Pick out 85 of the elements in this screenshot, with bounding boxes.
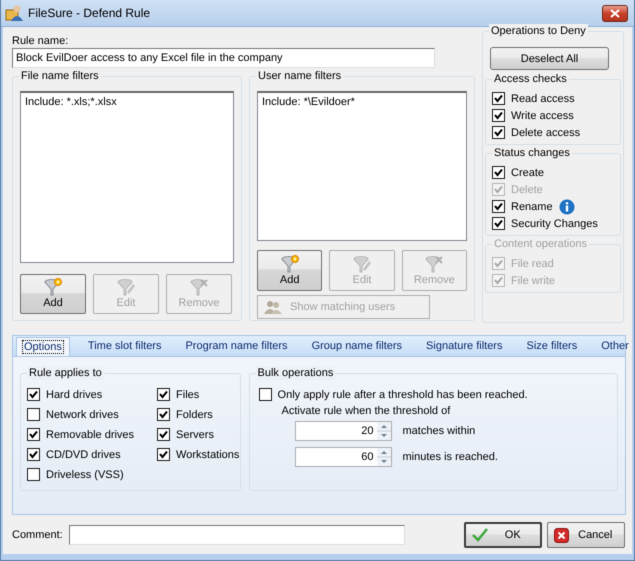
checkbox-label: File write — [511, 274, 556, 286]
checkbox[interactable] — [492, 166, 505, 179]
comment-field[interactable] — [68, 525, 405, 545]
number-spinner[interactable]: 20 — [294, 421, 392, 441]
field-label: Rule name: — [12, 34, 70, 48]
list-item[interactable]: Include: *.xls;*.xlsx — [25, 95, 229, 109]
funnel-star-icon — [43, 278, 63, 296]
checkbox-label: Network drives — [46, 408, 119, 420]
checkbox-label: Create — [511, 166, 544, 178]
checkbox-label: Delete — [511, 184, 543, 196]
checkbox-label: Hard drives — [46, 388, 102, 400]
group-title: Status changes — [492, 146, 572, 160]
funnel-pencil-icon — [352, 255, 372, 273]
tab[interactable]: Program name filters — [179, 336, 294, 356]
checkbox-label: Files — [176, 388, 200, 400]
checkbox-label: CD/DVD drives — [46, 448, 121, 460]
list-item[interactable]: Include: *\Evildoer* — [262, 95, 462, 109]
funnel-cross-icon — [424, 255, 444, 273]
checkbox-label: Workstations — [176, 448, 240, 460]
checkbox-label: Read access — [511, 92, 575, 104]
tab[interactable]: Other — [595, 336, 635, 356]
checkbox-label: Only apply rule after a threshold has been reached. — [278, 388, 528, 400]
checkbox[interactable] — [492, 200, 505, 213]
ok-button[interactable]: OK — [464, 522, 542, 548]
tab[interactable]: Group name filters — [306, 336, 408, 356]
group-title: Bulk operations — [256, 366, 336, 380]
checkbox[interactable] — [492, 109, 505, 122]
spin-arrows-icon — [376, 422, 391, 440]
cross-icon — [554, 528, 569, 542]
check-icon — [159, 450, 168, 459]
checkbox[interactable] — [27, 408, 40, 421]
checkbox[interactable] — [258, 388, 272, 401]
checkbox[interactable] — [492, 217, 505, 230]
user-folder-icon — [5, 4, 23, 22]
spin-arrows-icon — [376, 448, 391, 466]
checkbox-label: Rename — [511, 200, 553, 212]
tab[interactable]: Time slot filters — [82, 336, 168, 356]
checkbox-label: Delete access — [511, 126, 580, 138]
checkbox-label: Security Changes — [511, 218, 598, 230]
group-title: Rule applies to — [27, 366, 104, 380]
threshold-label: Activate rule when the threshold of — [282, 404, 452, 418]
close-icon — [610, 8, 620, 18]
field-label: Comment: — [12, 529, 63, 541]
checkbox-label: Driveless (VSS) — [46, 468, 124, 480]
checkbox-label: Folders — [176, 408, 213, 420]
rule-name-field[interactable]: Block EvilDoer access to any Excel file in the company — [12, 48, 435, 68]
checkbox-label: Removable drives — [46, 428, 134, 440]
tab[interactable]: Size filters — [520, 336, 584, 356]
group-title: Operations to Deny — [489, 24, 588, 38]
checkbox[interactable] — [157, 388, 170, 401]
users-icon — [264, 300, 282, 314]
add-button[interactable]: Add — [20, 274, 86, 314]
window-title: FileSure - Defend Rule — [28, 6, 150, 20]
checkbox[interactable] — [492, 92, 505, 105]
close-button[interactable] — [602, 4, 628, 22]
checkbox-label: Write access — [511, 110, 574, 122]
check-icon — [29, 450, 38, 459]
number-spinner[interactable]: 60 — [294, 447, 392, 467]
checkbox[interactable] — [157, 408, 170, 421]
funnel-cross-icon — [189, 278, 209, 296]
checkbox[interactable] — [27, 448, 40, 461]
check-icon — [159, 430, 168, 439]
check-icon — [29, 390, 38, 399]
check-icon — [159, 390, 168, 399]
funnel-star-icon — [280, 255, 300, 273]
tab[interactable]: Signature filters — [420, 336, 508, 356]
deselect-all-button[interactable]: Deselect All — [490, 47, 609, 70]
spinner-label: matches within — [402, 425, 476, 437]
check-icon — [29, 430, 38, 439]
checkbox[interactable] — [157, 428, 170, 441]
check-icon — [159, 410, 168, 419]
group-title: Content operations — [492, 237, 589, 251]
checkbox[interactable] — [492, 126, 505, 139]
cancel-button[interactable]: Cancel — [546, 522, 625, 548]
add-button[interactable]: Add — [257, 250, 322, 291]
tab[interactable]: Options — [16, 337, 70, 356]
checkbox-label: File read — [511, 258, 554, 270]
checkbox[interactable] — [27, 468, 40, 481]
checkbox[interactable] — [27, 388, 40, 401]
funnel-pencil-icon — [116, 278, 136, 296]
spinner-label: minutes is reached. — [402, 451, 498, 463]
checkbox[interactable] — [27, 428, 40, 441]
checkbox-label: Servers — [176, 428, 214, 440]
check-icon — [472, 528, 488, 542]
checkbox[interactable] — [157, 448, 170, 461]
